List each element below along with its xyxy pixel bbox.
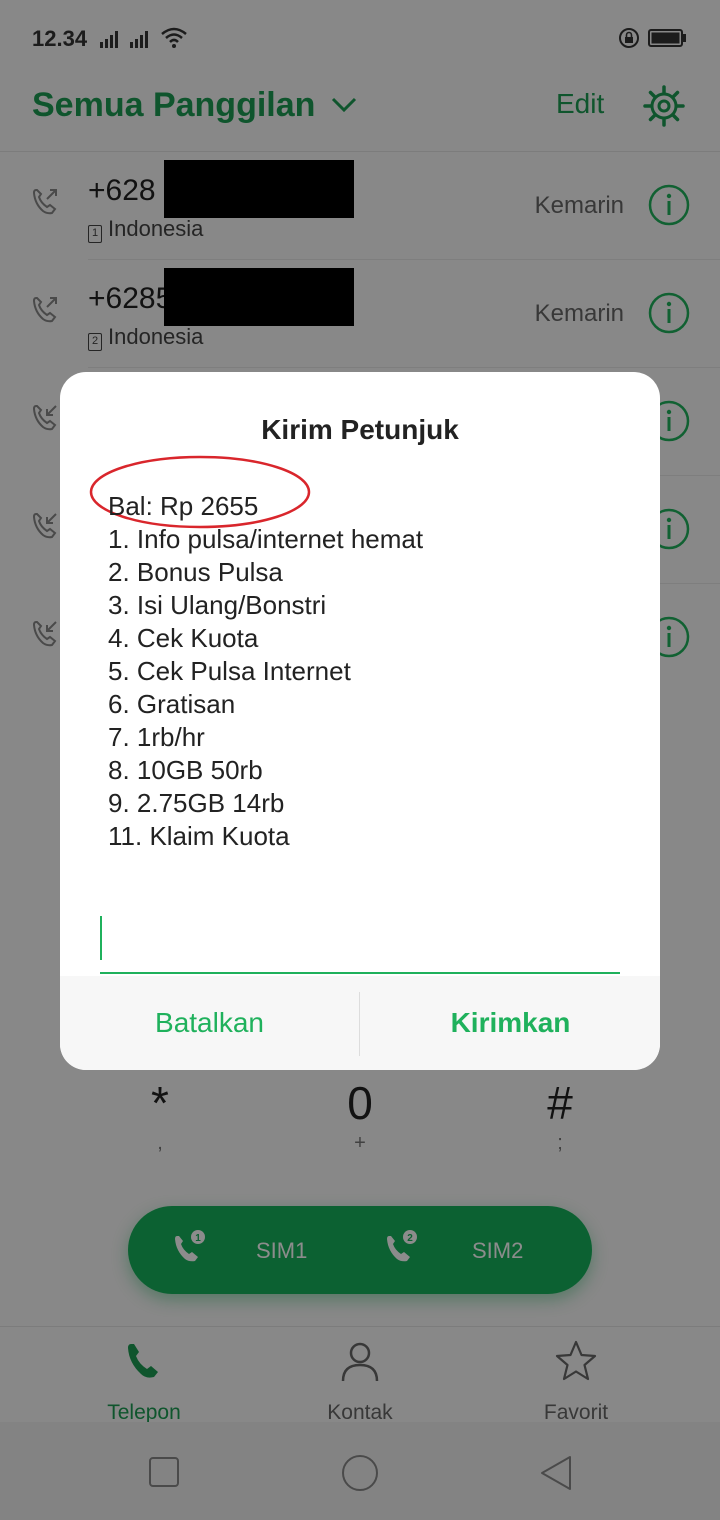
button-divider bbox=[359, 992, 360, 1056]
menu-line: 3. Isi Ulang/Bonstri bbox=[108, 590, 327, 620]
input-underline bbox=[100, 972, 620, 974]
menu-line: 4. Cek Kuota bbox=[108, 623, 259, 653]
menu-line: 5. Cek Pulsa Internet bbox=[108, 656, 351, 686]
ussd-dialog: Kirim Petunjuk Bal: Rp 2655 1. Info puls… bbox=[60, 372, 660, 1070]
balance-line: Bal: Rp 2655 bbox=[108, 491, 259, 521]
dialog-title: Kirim Petunjuk bbox=[261, 414, 459, 445]
menu-line: 9. 2.75GB 14rb bbox=[108, 788, 285, 818]
menu-line: 6. Gratisan bbox=[108, 689, 236, 719]
menu-line: 11. Klaim Kuota bbox=[108, 821, 290, 851]
cancel-button[interactable]: Batalkan bbox=[60, 976, 359, 1070]
dialog-actions: Batalkan Kirimkan bbox=[60, 976, 660, 1070]
text-caret bbox=[100, 916, 102, 960]
menu-line: 8. 10GB 50rb bbox=[108, 755, 263, 785]
menu-line: 1. Info pulsa/internet hemat bbox=[108, 524, 424, 554]
ussd-message: Bal: Rp 2655 1. Info pulsa/internet hema… bbox=[108, 490, 423, 853]
menu-line: 7. 1rb/hr bbox=[108, 722, 205, 752]
menu-line: 2. Bonus Pulsa bbox=[108, 557, 283, 587]
send-button[interactable]: Kirimkan bbox=[361, 976, 660, 1070]
